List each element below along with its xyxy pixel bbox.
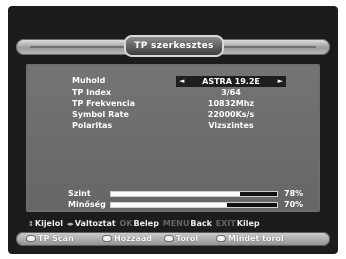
green-key-icon (102, 235, 112, 242)
level-percent: 78% (284, 189, 304, 198)
hint-select: Kijelol (34, 219, 63, 228)
field-value: 22000Ks/s (207, 110, 255, 119)
field-value: Vizszintes (208, 121, 254, 130)
blue-key-icon (216, 235, 226, 242)
add-label: Hozzaad (114, 234, 153, 243)
hint-back: Back (190, 219, 212, 228)
signal-level-fill (111, 192, 241, 196)
quality-percent: 70% (284, 200, 304, 209)
hint-exit-key: EXIT (215, 219, 236, 228)
field-row-satellite[interactable]: Muhold ◄ ASTRA 19.2E ► (26, 76, 320, 87)
hint-ok-key: OK (119, 219, 133, 228)
yellow-key-icon (164, 235, 174, 242)
tp-scan-label: TP Scan (38, 234, 74, 243)
red-button-tp-scan[interactable]: TP Scan (26, 234, 74, 244)
arrow-left-icon[interactable]: ◄ (179, 76, 184, 87)
red-key-icon (26, 235, 36, 242)
field-value: 3/64 (221, 88, 241, 97)
signal-level-row: Szint 78% (26, 189, 320, 199)
page-title: TP szerkesztes (124, 35, 224, 57)
field-value: 10832Mhz (207, 99, 255, 108)
field-label: Muhold (72, 76, 106, 85)
hint-enter: Belep (133, 219, 159, 228)
field-row-tp-index[interactable]: TP Index 3/64 (26, 88, 320, 99)
osd-screen: TP szerkesztes Muhold ◄ ASTRA 19.2E ► TP… (8, 6, 338, 254)
field-row-tp-frequency[interactable]: TP Frekvencia 10832Mhz (26, 99, 320, 110)
delete-all-label: Mindet torol (228, 234, 284, 243)
signal-quality-fill (111, 203, 228, 207)
field-value: ASTRA 19.2E (202, 77, 260, 86)
signal-level-bar (110, 191, 278, 197)
field-row-symbol-rate[interactable]: Symbol Rate 22000Ks/s (26, 110, 320, 121)
green-button-add[interactable]: Hozzaad (102, 234, 152, 244)
updown-icon: ⇕ (28, 220, 34, 228)
hint-change: Valtoztat (74, 219, 116, 228)
field-row-polarity[interactable]: Polaritas Vizszintes (26, 121, 320, 132)
level-label: Szint (68, 189, 91, 198)
field-label: TP Index (72, 88, 112, 97)
signal-quality-row: Minőség 70% (26, 200, 320, 210)
key-hints: ⇕Kijelol ◂▸Valtoztat OKBelep MENUBack EX… (28, 219, 328, 230)
quality-label: Minőség (68, 200, 106, 209)
signal-quality-bar (110, 202, 278, 208)
color-button-bar: TP Scan Hozzaad Torol Mindet torol (16, 232, 330, 246)
yellow-button-delete[interactable]: Torol (164, 234, 198, 244)
field-label: Polaritas (72, 121, 113, 130)
delete-label: Torol (176, 234, 199, 243)
leftright-icon: ◂▸ (66, 220, 74, 228)
field-label: TP Frekvencia (72, 99, 135, 108)
hint-menu-key: MENU (162, 219, 190, 228)
hint-exit: Kilep (236, 219, 260, 228)
arrow-right-icon[interactable]: ► (278, 76, 283, 87)
field-value-selector[interactable]: ◄ ASTRA 19.2E ► (176, 76, 286, 87)
field-label: Symbol Rate (72, 110, 129, 119)
tp-edit-panel: Muhold ◄ ASTRA 19.2E ► TP Index 3/64 TP … (26, 64, 320, 212)
blue-button-delete-all[interactable]: Mindet torol (216, 234, 284, 244)
